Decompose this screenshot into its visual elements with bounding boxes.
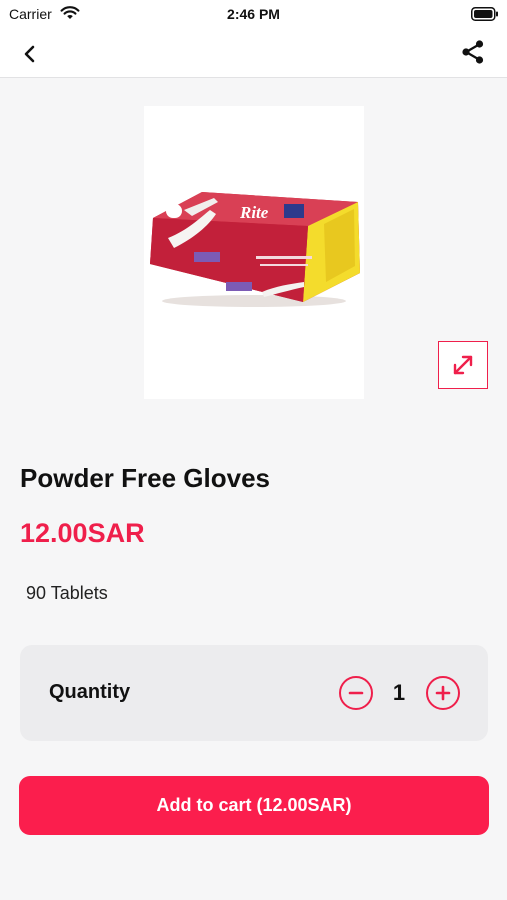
back-button[interactable] [16,40,44,68]
expand-button[interactable] [438,341,488,389]
product-price: 12.00SAR [20,518,145,548]
product-description: 90 Tablets [26,583,108,603]
share-icon [462,40,484,64]
minus-icon [348,691,364,695]
svg-text:Rite: Rite [171,281,195,296]
quantity-value: 1 [392,680,406,705]
quantity-label: Quantity [49,681,131,703]
product-title: Powder Free Gloves [20,463,270,493]
decrease-quantity-button[interactable] [339,676,373,710]
expand-icon [453,355,473,375]
chevron-left-icon [24,45,35,63]
status-bar: Carrier 2:46 PM [0,0,507,28]
quantity-card: Quantity 1 [20,645,488,741]
plus-icon [435,685,451,701]
share-button[interactable] [459,38,487,66]
nav-bar [0,28,507,78]
add-to-cart-label: Add to cart (12.00SAR) [156,795,352,815]
battery-icon [471,7,499,26]
status-time: 2:46 PM [227,6,280,22]
product-image: Rite Rite [144,106,364,399]
increase-quantity-button[interactable] [426,676,460,710]
svg-text:Rite: Rite [239,203,269,222]
product-gloves-box: Rite Rite [150,192,360,307]
add-to-cart-button[interactable]: Add to cart (12.00SAR) [19,776,489,835]
